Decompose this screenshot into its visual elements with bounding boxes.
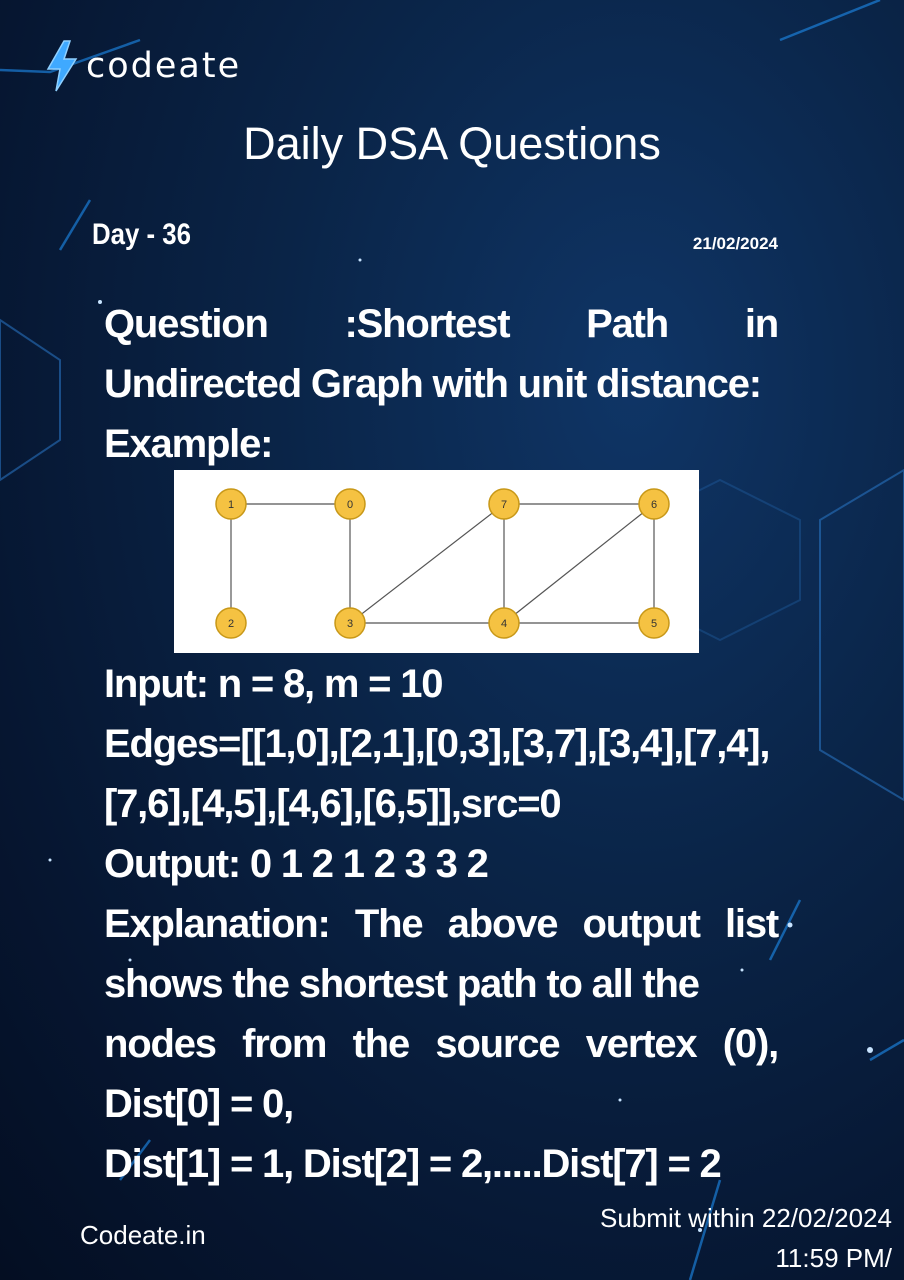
dist-zero-line: Dist[0] = 0, xyxy=(104,1082,294,1126)
question-line-1: Question :Shortest Path in xyxy=(104,294,779,354)
graph-node-label-2: 2 xyxy=(228,618,234,630)
explanation-line-1: Explanation: The above output list xyxy=(104,902,779,946)
question-word: Question xyxy=(104,302,269,346)
graph-node-label-5: 5 xyxy=(651,618,657,630)
day-label: Day - 36 xyxy=(92,218,191,251)
brand-name: codeate xyxy=(86,46,242,86)
graph-node-label-7: 7 xyxy=(501,499,507,511)
question-word: Path xyxy=(586,302,669,346)
codeate-logo: codeate xyxy=(44,38,241,94)
input-line: Input: n = 8, m = 10 xyxy=(104,662,444,706)
graph-svg: 1 0 7 6 2 3 4 5 xyxy=(215,488,670,639)
page-title: Daily DSA Questions xyxy=(243,118,661,169)
submit-line-1: Submit within 22/02/2024 xyxy=(600,1203,892,1233)
details-block: Input: n = 8, m = 10 Edges=[[1,0],[2,1],… xyxy=(104,654,779,1194)
edges-line-2: [7,6],[4,5],[4,6],[6,5]],src=0 xyxy=(104,782,562,826)
example-label: Example: xyxy=(104,422,273,466)
explanation-line-2: shows the shortest path to all the xyxy=(104,962,700,1006)
lightning-bolt-icon xyxy=(46,40,78,92)
question-word: :Shortest xyxy=(344,302,511,346)
graph-figure: 1 0 7 6 2 3 4 5 xyxy=(174,470,699,653)
output-line: Output: 0 1 2 1 2 3 3 2 xyxy=(104,842,489,886)
graph-node-label-0: 0 xyxy=(347,499,353,511)
graph-node-label-1: 1 xyxy=(228,499,234,511)
graph-edge-4-6 xyxy=(503,503,655,624)
footer-site: Codeate.in xyxy=(80,1220,206,1250)
footer-deadline: Submit within 22/02/2024 11:59 PM/ xyxy=(600,1198,892,1278)
question-word: in xyxy=(744,302,779,346)
explanation-line-3: nodes from the source vertex (0), xyxy=(104,1022,779,1066)
submit-line-2: 11:59 PM/ xyxy=(775,1243,892,1273)
graph-edge-3-7 xyxy=(349,503,505,624)
dist-rest-line: Dist[1] = 1, Dist[2] = 2,.....Dist[7] = … xyxy=(104,1142,722,1186)
edges-line-1: Edges=[[1,0],[2,1],[0,3],[3,7],[3,4],[7,… xyxy=(104,722,770,766)
question-block: Question :Shortest Path in Undirected Gr… xyxy=(104,294,779,474)
question-line-2: Undirected Graph with unit distance: xyxy=(104,362,762,406)
graph-node-label-3: 3 xyxy=(347,618,353,630)
graph-node-label-4: 4 xyxy=(501,618,507,630)
date-label: 21/02/2024 xyxy=(692,234,778,253)
graph-node-label-6: 6 xyxy=(651,499,657,511)
